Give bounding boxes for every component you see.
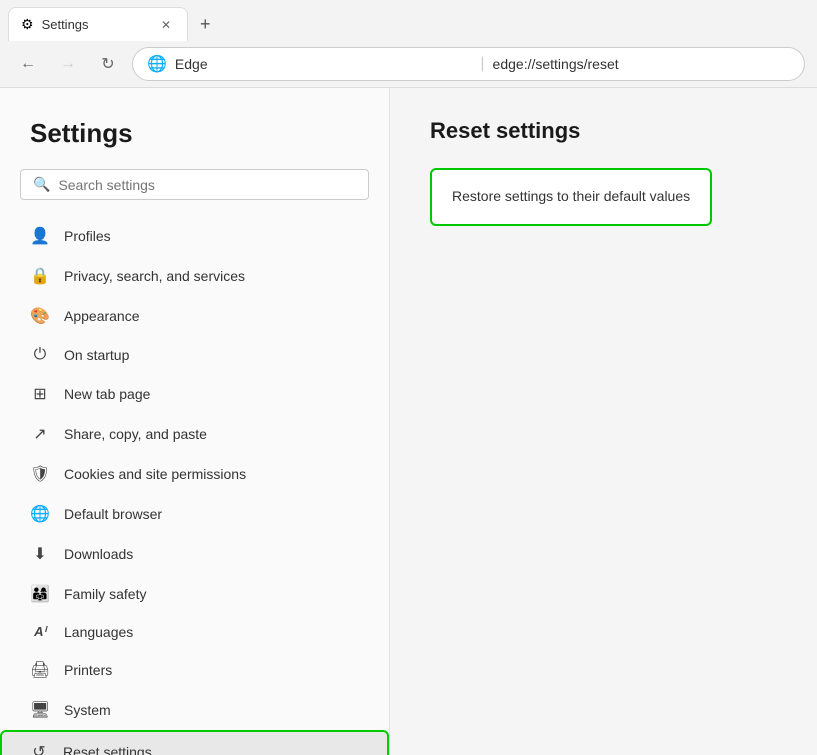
tab-title: Settings	[42, 17, 149, 32]
address-separator: |	[480, 55, 484, 73]
address-bar[interactable]: 🌐 Edge | edge://settings/reset	[132, 47, 805, 81]
right-panel: Reset settings Restore settings to their…	[390, 88, 817, 755]
sidebar-item-label: New tab page	[64, 386, 150, 402]
search-box[interactable]: 🔍	[20, 169, 369, 200]
sidebar-item-label: Share, copy, and paste	[64, 426, 207, 442]
languages-icon: Aⁱ	[30, 624, 50, 640]
sidebar-item-label: Cookies and site permissions	[64, 466, 246, 482]
sidebar-item-share[interactable]: ↗ Share, copy, and paste	[0, 414, 389, 454]
sidebar-item-default-browser[interactable]: 🌐 Default browser	[0, 494, 389, 534]
sidebar-item-system[interactable]: 🖥 System	[0, 690, 389, 730]
share-icon: ↗	[30, 424, 50, 444]
restore-text: Restore settings to their default values	[452, 188, 690, 204]
sidebar-item-label: Privacy, search, and services	[64, 268, 245, 284]
sidebar-title: Settings	[0, 108, 389, 169]
navigation-bar: ← → ↻ 🌐 Edge | edge://settings/reset	[0, 40, 817, 88]
family-icon: 👨‍👩‍👧	[30, 584, 50, 604]
sidebar-item-on-startup[interactable]: ⏻ On startup	[0, 336, 389, 374]
sidebar-item-appearance[interactable]: 🎨 Appearance	[0, 296, 389, 336]
address-url: edge://settings/reset	[493, 56, 790, 72]
tab-favicon: ⚙	[21, 16, 34, 33]
sidebar-item-label: Profiles	[64, 228, 111, 244]
cookies-icon: 🛡	[30, 464, 50, 484]
sidebar-item-privacy[interactable]: 🔒 Privacy, search, and services	[0, 256, 389, 296]
sidebar-item-reset[interactable]: ↺ Reset settings	[0, 730, 389, 755]
downloads-icon: ⬇	[30, 544, 50, 564]
system-icon: 🖥	[30, 700, 50, 720]
main-content: Settings 🔍 👤 Profiles 🔒 Privacy, search,…	[0, 88, 817, 755]
new-tab-icon: ⊞	[30, 384, 50, 404]
privacy-icon: 🔒	[30, 266, 50, 286]
forward-button[interactable]: →	[52, 48, 84, 80]
sidebar-item-label: Appearance	[64, 308, 140, 324]
default-browser-icon: 🌐	[30, 504, 50, 524]
sidebar-item-label: On startup	[64, 347, 129, 363]
sidebar-item-printers[interactable]: 🖨 Printers	[0, 650, 389, 690]
reset-icon: ↺	[29, 742, 49, 755]
edge-logo-icon: 🌐	[147, 54, 167, 74]
refresh-button[interactable]: ↻	[92, 48, 124, 80]
search-icon: 🔍	[33, 176, 50, 193]
sidebar-item-label: Default browser	[64, 506, 162, 522]
sidebar-item-cookies[interactable]: 🛡 Cookies and site permissions	[0, 454, 389, 494]
sidebar-item-label: Printers	[64, 662, 112, 678]
sidebar-item-label: Downloads	[64, 546, 133, 562]
back-button[interactable]: ←	[12, 48, 44, 80]
sidebar-item-label: Family safety	[64, 586, 146, 602]
new-tab-button[interactable]: +	[192, 10, 219, 39]
sidebar-item-label: Reset settings	[63, 744, 152, 755]
sidebar: Settings 🔍 👤 Profiles 🔒 Privacy, search,…	[0, 88, 390, 755]
profiles-icon: 👤	[30, 226, 50, 246]
restore-card[interactable]: Restore settings to their default values	[430, 168, 712, 226]
nav-items-list: 👤 Profiles 🔒 Privacy, search, and servic…	[0, 216, 389, 755]
address-prefix: Edge	[175, 56, 472, 72]
panel-title: Reset settings	[430, 118, 777, 144]
printers-icon: 🖨	[30, 660, 50, 680]
sidebar-item-family[interactable]: 👨‍👩‍👧 Family safety	[0, 574, 389, 614]
on-startup-icon: ⏻	[30, 346, 50, 364]
sidebar-item-downloads[interactable]: ⬇ Downloads	[0, 534, 389, 574]
sidebar-item-new-tab[interactable]: ⊞ New tab page	[0, 374, 389, 414]
sidebar-item-languages[interactable]: Aⁱ Languages	[0, 614, 389, 650]
sidebar-item-label: System	[64, 702, 111, 718]
search-input[interactable]	[58, 177, 356, 193]
sidebar-item-profiles[interactable]: 👤 Profiles	[0, 216, 389, 256]
tab-close-button[interactable]: ✕	[157, 16, 175, 34]
sidebar-item-label: Languages	[64, 624, 133, 640]
settings-tab[interactable]: ⚙ Settings ✕	[8, 7, 188, 41]
appearance-icon: 🎨	[30, 306, 50, 326]
